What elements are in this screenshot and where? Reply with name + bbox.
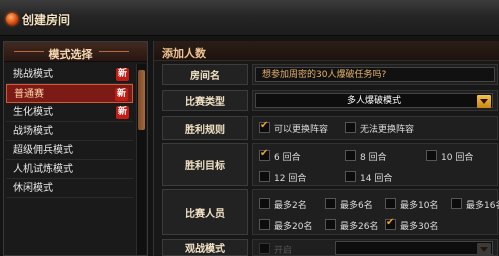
new-badge: 新 <box>116 106 129 119</box>
checkbox-checked-icon[interactable] <box>259 148 270 161</box>
option-label: 无法更换阵容 <box>360 125 415 135</box>
room-name-input[interactable]: 想参加周密的30人爆破任务吗? <box>255 67 495 82</box>
option-label: 最多10名 <box>400 201 439 211</box>
match-type-select[interactable]: 多人爆破模式 <box>255 93 493 108</box>
checkbox-icon[interactable] <box>259 198 270 209</box>
mode-item-normal[interactable]: 普通赛 新 <box>6 84 133 103</box>
mode-item-label: 普通赛 <box>14 89 44 100</box>
checkbox-icon[interactable] <box>259 243 270 254</box>
mode-item-ai-trial[interactable]: 人机试炼模式 <box>6 160 133 179</box>
option-label: 最多6名 <box>340 201 373 211</box>
flame-icon <box>6 13 18 25</box>
option-label: 最多16名 <box>466 201 499 211</box>
header-divider-right <box>99 51 129 52</box>
match-type-row: 比赛类型 多人爆破模式 <box>162 90 498 111</box>
checkbox-icon[interactable] <box>325 219 336 230</box>
option-label: 最多30名 <box>400 222 439 232</box>
match-type-container: 多人爆破模式 <box>252 90 498 111</box>
spectate-container: 开启 <box>252 239 498 256</box>
panel-title: 添加人数 <box>162 47 206 60</box>
chevron-down-icon[interactable] <box>477 243 491 256</box>
window-title: 创建房间 <box>22 13 71 27</box>
victory-goal-row: 胜利目标 6 回合 8 回合 10 回合 12 回合 14 回合 <box>162 143 498 186</box>
mode-sidebar: 模式选择 挑战模式 新 普通赛 新 生化模式 新 战场模式 超级佣兵模式 人机试… <box>3 41 148 256</box>
option-label: 14 回合 <box>360 174 393 184</box>
mode-item-label: 休闲模式 <box>13 183 53 194</box>
spectate-row: 观战模式 开启 <box>162 239 498 256</box>
mode-item-challenge[interactable]: 挑战模式 新 <box>6 65 133 84</box>
victory-goal-options: 6 回合 8 回合 10 回合 12 回合 14 回合 <box>252 143 498 186</box>
checkbox-icon[interactable] <box>451 198 462 209</box>
checkbox-icon[interactable] <box>345 171 356 182</box>
new-badge: 新 <box>116 68 129 81</box>
mode-item-label: 超级佣兵模式 <box>13 145 73 156</box>
victory-rule-label: 胜利规则 <box>162 116 248 140</box>
mode-item-battlefield[interactable]: 战场模式 <box>6 122 133 141</box>
players-label: 比赛人员 <box>162 189 248 235</box>
players-row: 比赛人员 最多2名 最多6名 最多10名 最多16名 最多20名 <box>162 189 499 235</box>
spectate-label: 观战模式 <box>162 239 248 256</box>
spectate-toggle-label: 开启 <box>274 246 293 256</box>
checkbox-checked-icon[interactable] <box>385 217 396 230</box>
checkbox-icon[interactable] <box>345 122 356 133</box>
mode-item-label: 人机试炼模式 <box>13 164 73 175</box>
option-label: 最多20名 <box>274 222 313 232</box>
panel-header: 添加人数 <box>154 41 499 61</box>
option-label: 最多2名 <box>274 201 307 211</box>
checkbox-icon[interactable] <box>325 198 336 209</box>
checkbox-icon[interactable] <box>259 219 270 230</box>
option-label: 10 回合 <box>441 153 474 163</box>
victory-goal-label: 胜利目标 <box>162 143 248 186</box>
match-type-label: 比赛类型 <box>162 90 248 111</box>
checkbox-icon[interactable] <box>259 171 270 182</box>
checkbox-checked-icon[interactable] <box>259 120 270 133</box>
sidebar-scrollbar[interactable] <box>136 64 146 255</box>
mode-item-casual[interactable]: 休闲模式 <box>6 179 133 198</box>
option-label: 最多26名 <box>340 222 379 232</box>
victory-rule-row: 胜利规则 可以更换阵容 无法更换阵容 <box>162 116 498 140</box>
match-type-value: 多人爆破模式 <box>346 96 401 106</box>
chevron-down-icon[interactable] <box>477 95 491 108</box>
sidebar-header: 模式选择 <box>4 42 147 62</box>
checkbox-icon[interactable] <box>426 150 437 161</box>
mode-list: 挑战模式 新 普通赛 新 生化模式 新 战场模式 超级佣兵模式 人机试炼模式 休… <box>6 65 133 198</box>
mode-item-zombie[interactable]: 生化模式 新 <box>6 103 133 122</box>
checkbox-icon[interactable] <box>385 198 396 209</box>
mode-item-label: 战场模式 <box>13 126 53 137</box>
spectate-select[interactable] <box>335 241 493 256</box>
mode-item-label: 生化模式 <box>13 107 53 118</box>
option-label: 8 回合 <box>360 153 387 163</box>
room-name-row: 房间名 想参加周密的30人爆破任务吗? <box>162 64 498 85</box>
option-label: 12 回合 <box>274 174 307 184</box>
victory-rule-options: 可以更换阵容 无法更换阵容 <box>252 116 498 140</box>
checkbox-icon[interactable] <box>345 150 356 161</box>
title-bar: 创建房间 <box>0 0 499 36</box>
mode-item-label: 挑战模式 <box>13 69 53 80</box>
sidebar-title: 模式选择 <box>48 48 93 61</box>
option-label: 可以更换阵容 <box>274 125 329 135</box>
room-name-container: 想参加周密的30人爆破任务吗? <box>252 64 498 85</box>
players-options: 最多2名 最多6名 最多10名 最多16名 最多20名 最多26名 <box>252 189 499 235</box>
new-badge: 新 <box>115 88 128 101</box>
option-label: 6 回合 <box>274 153 301 163</box>
scrollbar-thumb[interactable] <box>138 70 145 130</box>
settings-panel: 添加人数 房间名 想参加周密的30人爆破任务吗? 比赛类型 多人爆破模式 胜利规… <box>153 41 499 256</box>
mode-item-super-mercenary[interactable]: 超级佣兵模式 <box>6 141 133 160</box>
room-name-label: 房间名 <box>162 64 248 85</box>
